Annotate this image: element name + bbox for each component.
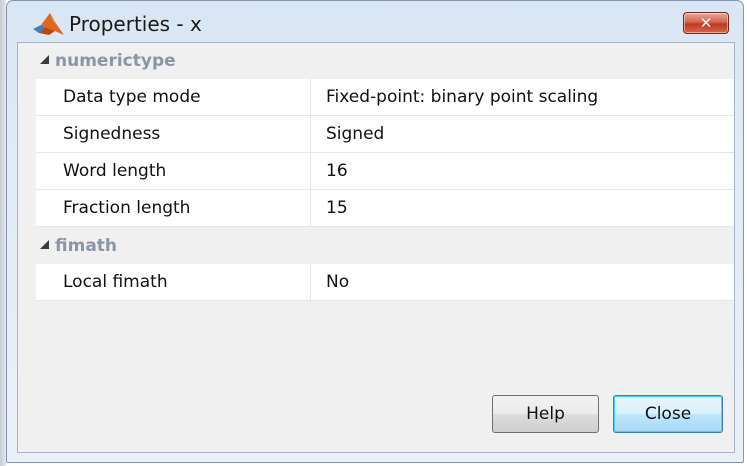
section-header-fimath[interactable]: fimath: [18, 228, 734, 264]
column-divider: [310, 264, 311, 300]
property-row[interactable]: Word length 16: [36, 153, 734, 190]
property-value[interactable]: Signed: [326, 124, 384, 144]
column-divider: [310, 116, 311, 152]
column-divider: [310, 79, 311, 115]
property-row[interactable]: Data type mode Fixed-point: binary point…: [36, 79, 734, 116]
property-name: Local fimath: [63, 272, 168, 292]
section-label: numerictype: [55, 51, 176, 71]
column-divider: [310, 153, 311, 189]
property-row[interactable]: Fraction length 15: [36, 190, 734, 227]
property-row[interactable]: Local fimath No: [36, 264, 734, 301]
properties-dialog: Properties - x ✕ numerictype Data type m…: [6, 0, 744, 463]
property-name: Signedness: [63, 124, 161, 144]
matlab-logo-icon: [33, 13, 64, 35]
property-value[interactable]: No: [326, 272, 349, 292]
column-divider: [310, 190, 311, 226]
property-panel: numerictype Data type mode Fixed-point: …: [17, 42, 735, 453]
property-value[interactable]: Fixed-point: binary point scaling: [326, 87, 598, 107]
property-name: Fraction length: [63, 198, 191, 218]
close-button[interactable]: Close: [613, 395, 723, 433]
collapse-triangle-icon[interactable]: [40, 55, 49, 64]
window-title: Properties - x: [69, 12, 202, 36]
section-label: fimath: [55, 236, 118, 256]
window-close-button[interactable]: ✕: [683, 12, 729, 34]
help-button[interactable]: Help: [492, 395, 599, 433]
section-header-numerictype[interactable]: numerictype: [18, 43, 734, 79]
close-icon: ✕: [699, 14, 713, 32]
property-name: Data type mode: [63, 87, 201, 107]
property-value[interactable]: 16: [326, 161, 348, 181]
property-row[interactable]: Signedness Signed: [36, 116, 734, 153]
collapse-triangle-icon[interactable]: [40, 240, 49, 249]
property-name: Word length: [63, 161, 167, 181]
property-value[interactable]: 15: [326, 198, 348, 218]
title-bar[interactable]: Properties - x ✕: [7, 1, 743, 41]
